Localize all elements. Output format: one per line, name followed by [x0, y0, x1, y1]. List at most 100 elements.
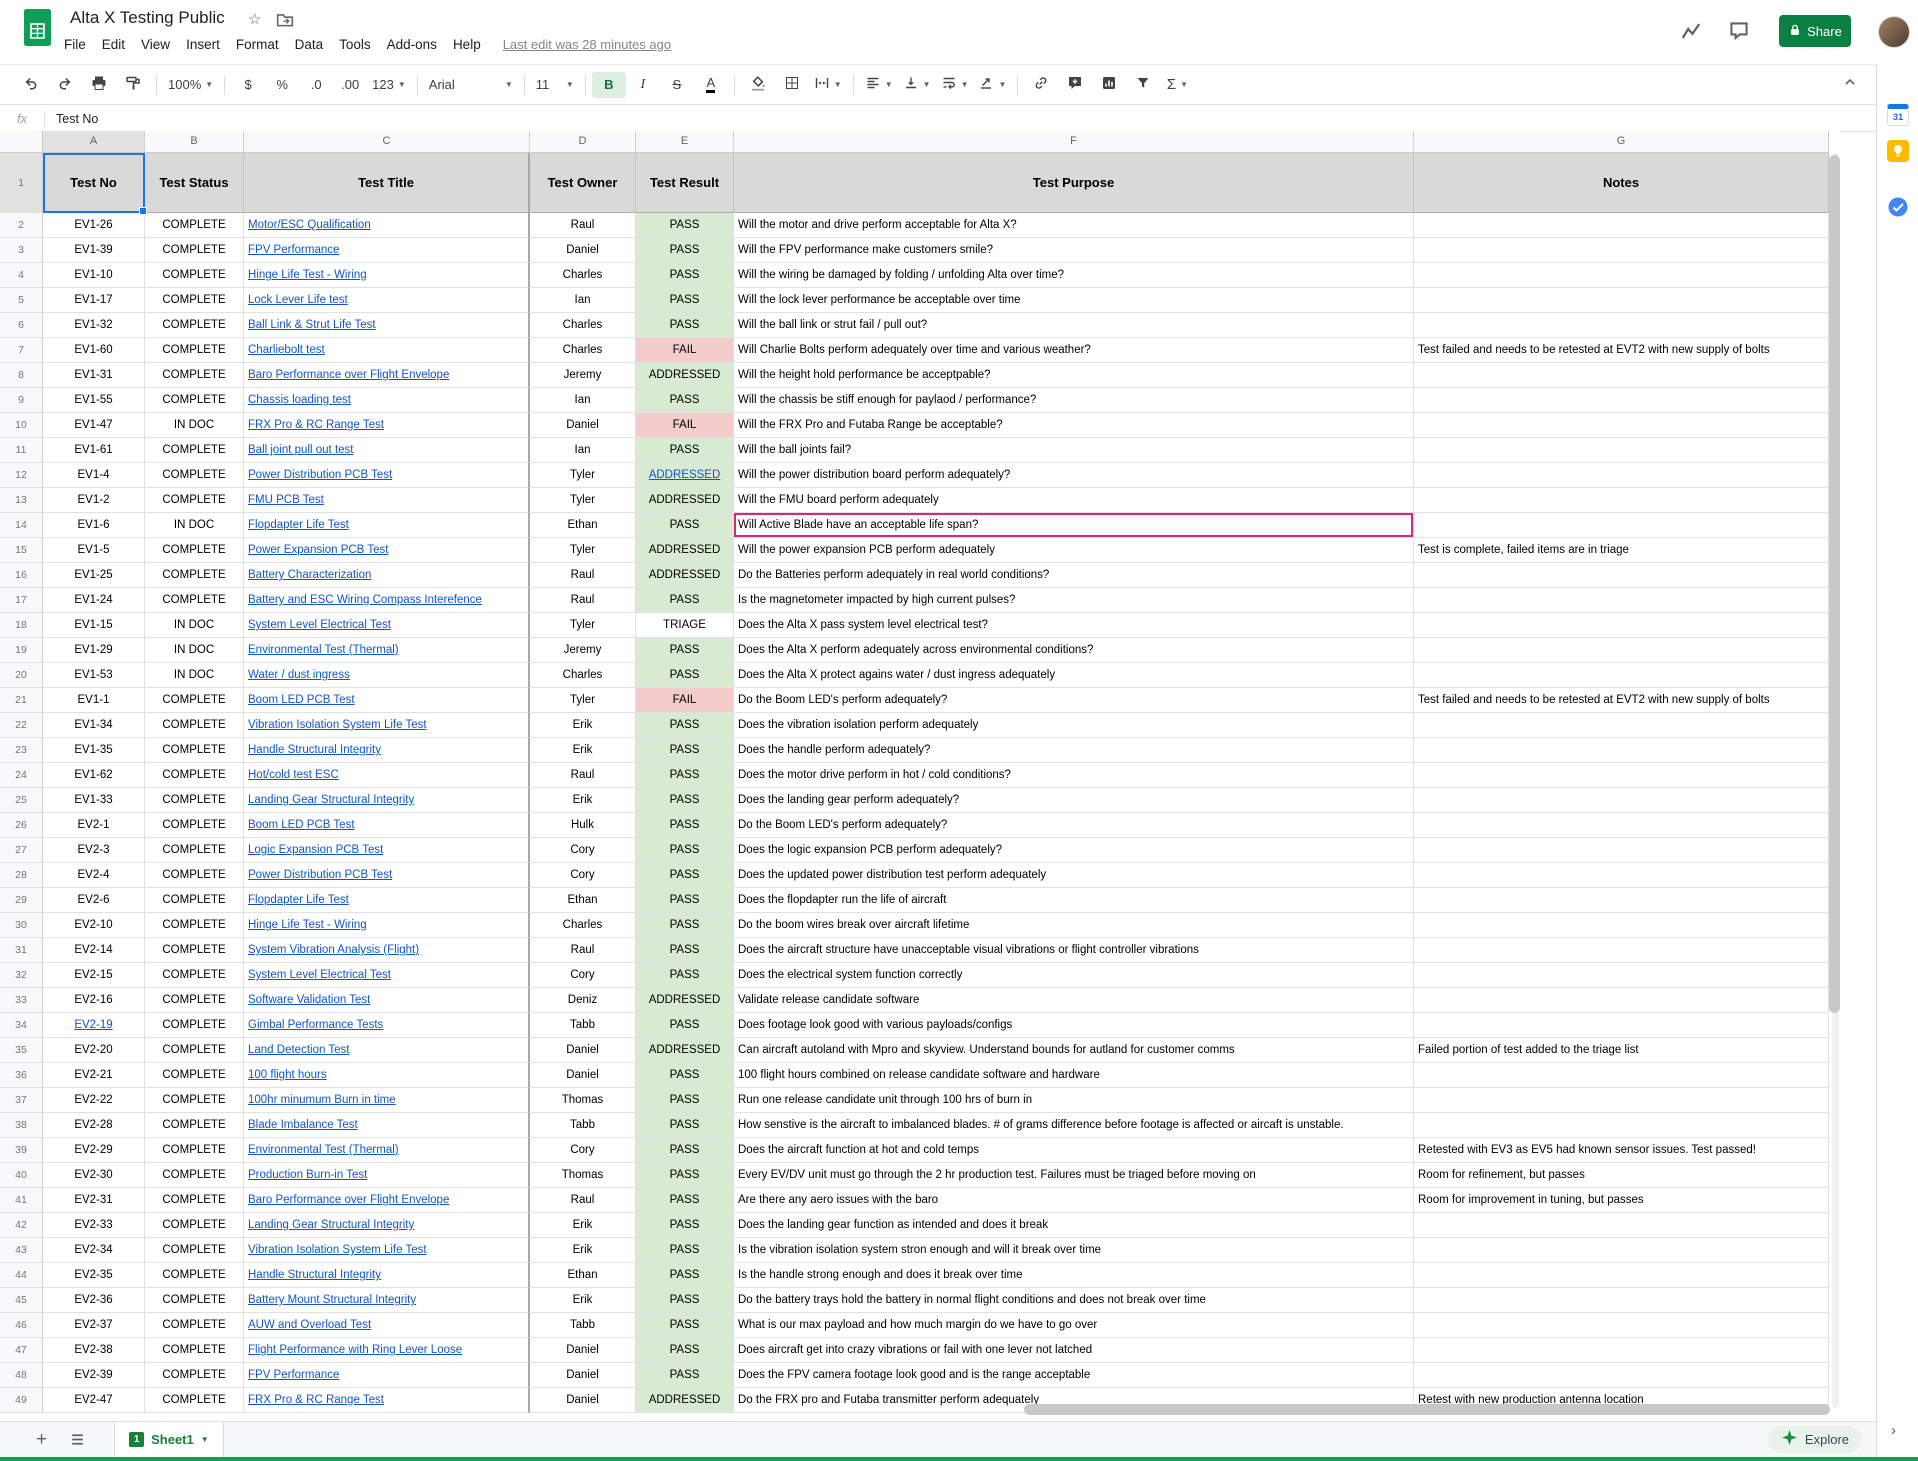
- cell-A28[interactable]: EV2-4: [43, 863, 145, 888]
- cell-D9[interactable]: Ian: [530, 388, 636, 413]
- cell-B44[interactable]: COMPLETE: [145, 1263, 244, 1288]
- cell-F16[interactable]: Do the Batteries perform adequately in r…: [734, 563, 1414, 588]
- cell-B35[interactable]: COMPLETE: [145, 1038, 244, 1063]
- cell-C44[interactable]: Handle Structural Integrity: [244, 1263, 530, 1288]
- row-header-8[interactable]: 8: [0, 363, 43, 388]
- row-header-27[interactable]: 27: [0, 838, 43, 863]
- borders-button[interactable]: [775, 72, 809, 98]
- cell-G16[interactable]: [1414, 563, 1829, 588]
- cell-C8[interactable]: Baro Performance over Flight Envelope: [244, 363, 530, 388]
- cell-C35[interactable]: Land Detection Test: [244, 1038, 530, 1063]
- cell-C5[interactable]: Lock Lever Life test: [244, 288, 530, 313]
- sheet-tab[interactable]: 1 Sheet1 ▼: [114, 1422, 224, 1457]
- cell-C6[interactable]: Ball Link & Strut Life Test: [244, 313, 530, 338]
- cell-C16[interactable]: Battery Characterization: [244, 563, 530, 588]
- cell-D46[interactable]: Tabb: [530, 1313, 636, 1338]
- cell-D20[interactable]: Charles: [530, 663, 636, 688]
- column-header-C[interactable]: C: [244, 131, 530, 153]
- cell-F37[interactable]: Run one release candidate unit through 1…: [734, 1088, 1414, 1113]
- cell-A47[interactable]: EV2-38: [43, 1338, 145, 1363]
- cell-B13[interactable]: COMPLETE: [145, 488, 244, 513]
- cell-D27[interactable]: Cory: [530, 838, 636, 863]
- last-edit-link[interactable]: Last edit was 28 minutes ago: [503, 37, 671, 52]
- cell-E8[interactable]: ADDRESSED: [636, 363, 734, 388]
- cell-A33[interactable]: EV2-16: [43, 988, 145, 1013]
- font-size-button[interactable]: 11▼: [531, 72, 579, 98]
- cell-B48[interactable]: COMPLETE: [145, 1363, 244, 1388]
- cell-E15[interactable]: ADDRESSED: [636, 538, 734, 563]
- cell-A11[interactable]: EV1-61: [43, 438, 145, 463]
- cell-E23[interactable]: PASS: [636, 738, 734, 763]
- cell-D17[interactable]: Raul: [530, 588, 636, 613]
- row-header-43[interactable]: 43: [0, 1238, 43, 1263]
- cell-F23[interactable]: Does the handle perform adequately?: [734, 738, 1414, 763]
- column-header-E[interactable]: E: [636, 131, 734, 153]
- cell-B21[interactable]: COMPLETE: [145, 688, 244, 713]
- cell-E32[interactable]: PASS: [636, 963, 734, 988]
- row-header-32[interactable]: 32: [0, 963, 43, 988]
- cell-A14[interactable]: EV1-6: [43, 513, 145, 538]
- insert-link-button[interactable]: [1024, 72, 1058, 98]
- cell-F30[interactable]: Do the boom wires break over aircraft li…: [734, 913, 1414, 938]
- decrease-decimal-places-button[interactable]: .0: [299, 72, 333, 98]
- cell-C21[interactable]: Boom LED PCB Test: [244, 688, 530, 713]
- cell-F22[interactable]: Does the vibration isolation perform ade…: [734, 713, 1414, 738]
- cell-E45[interactable]: PASS: [636, 1288, 734, 1313]
- cell-E18[interactable]: TRIAGE: [636, 613, 734, 638]
- cell-G2[interactable]: [1414, 213, 1829, 238]
- vertical-align-button[interactable]: ▼: [898, 72, 936, 98]
- cell-F27[interactable]: Does the logic expansion PCB perform ade…: [734, 838, 1414, 863]
- cell-B39[interactable]: COMPLETE: [145, 1138, 244, 1163]
- row-header-24[interactable]: 24: [0, 763, 43, 788]
- cell-G33[interactable]: [1414, 988, 1829, 1013]
- italic-button[interactable]: I: [626, 72, 660, 98]
- cell-G43[interactable]: [1414, 1238, 1829, 1263]
- cell-C37[interactable]: 100hr minumum Burn in time: [244, 1088, 530, 1113]
- cell-D42[interactable]: Erik: [530, 1213, 636, 1238]
- horizontal-align-button[interactable]: ▼: [860, 72, 898, 98]
- activity-chart-icon[interactable]: [1680, 20, 1702, 47]
- insert-comment-button[interactable]: [1058, 72, 1092, 98]
- cell-C40[interactable]: Production Burn-in Test: [244, 1163, 530, 1188]
- cell-D2[interactable]: Raul: [530, 213, 636, 238]
- cell-C48[interactable]: FPV Performance: [244, 1363, 530, 1388]
- horizontal-scrollbar[interactable]: [1024, 1404, 1830, 1415]
- row-header-26[interactable]: 26: [0, 813, 43, 838]
- row-header-25[interactable]: 25: [0, 788, 43, 813]
- cell-A9[interactable]: EV1-55: [43, 388, 145, 413]
- formula-input[interactable]: Test No: [45, 112, 98, 126]
- collapse-toolbar-icon[interactable]: [1842, 74, 1858, 95]
- row-header-38[interactable]: 38: [0, 1113, 43, 1138]
- cell-C27[interactable]: Logic Expansion PCB Test: [244, 838, 530, 863]
- column-header-D[interactable]: D: [530, 131, 636, 153]
- vertical-scrollbar[interactable]: [1829, 155, 1840, 1013]
- move-to-folder-icon[interactable]: [276, 11, 294, 34]
- cell-C17[interactable]: Battery and ESC Wiring Compass Interefen…: [244, 588, 530, 613]
- cell-F14[interactable]: Will Active Blade have an acceptable lif…: [734, 513, 1414, 538]
- cell-A37[interactable]: EV2-22: [43, 1088, 145, 1113]
- cell-E38[interactable]: PASS: [636, 1113, 734, 1138]
- cell-G48[interactable]: [1414, 1363, 1829, 1388]
- cell-E12[interactable]: ADDRESSED: [636, 463, 734, 488]
- cell-G11[interactable]: [1414, 438, 1829, 463]
- cell-A20[interactable]: EV1-53: [43, 663, 145, 688]
- cell-E43[interactable]: PASS: [636, 1238, 734, 1263]
- cell-G35[interactable]: Failed portion of test added to the tria…: [1414, 1038, 1829, 1063]
- cell-G39[interactable]: Retested with EV3 as EV5 had known senso…: [1414, 1138, 1829, 1163]
- menu-file[interactable]: File: [56, 33, 94, 56]
- cell-G17[interactable]: [1414, 588, 1829, 613]
- cell-B7[interactable]: COMPLETE: [145, 338, 244, 363]
- cell-F25[interactable]: Does the landing gear perform adequately…: [734, 788, 1414, 813]
- cell-A44[interactable]: EV2-35: [43, 1263, 145, 1288]
- selection-fill-handle[interactable]: [139, 207, 147, 215]
- cell-B31[interactable]: COMPLETE: [145, 938, 244, 963]
- cell-F36[interactable]: 100 flight hours combined on release can…: [734, 1063, 1414, 1088]
- cell-D28[interactable]: Cory: [530, 863, 636, 888]
- header-cell-D1[interactable]: Test Owner: [530, 153, 636, 213]
- row-header-35[interactable]: 35: [0, 1038, 43, 1063]
- cell-A5[interactable]: EV1-17: [43, 288, 145, 313]
- cell-E42[interactable]: PASS: [636, 1213, 734, 1238]
- menu-edit[interactable]: Edit: [94, 33, 133, 56]
- cell-E4[interactable]: PASS: [636, 263, 734, 288]
- cell-C25[interactable]: Landing Gear Structural Integrity: [244, 788, 530, 813]
